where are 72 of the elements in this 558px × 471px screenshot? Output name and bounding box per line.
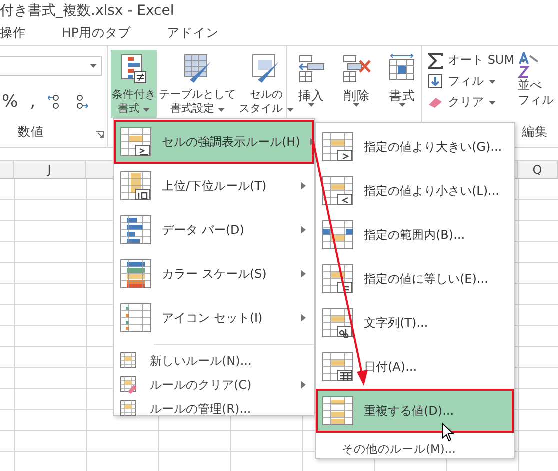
sigma-icon <box>428 52 443 68</box>
comma-button[interactable]: , <box>30 92 36 112</box>
rule-table-icon <box>322 264 354 294</box>
caret-icon <box>143 108 150 112</box>
ribbon-button[interactable]: 挿入 <box>293 50 330 109</box>
menu-item[interactable]: データ バー(D) <box>114 208 314 252</box>
rule-table-icon <box>120 171 152 201</box>
menu-item[interactable]: ルールの管理(R)... <box>114 397 314 421</box>
caret-icon <box>489 100 496 104</box>
group-label: 数値 <box>18 124 44 141</box>
column-header[interactable]: Q <box>518 161 558 178</box>
caret-icon <box>489 80 496 84</box>
fill-down-icon <box>428 74 443 89</box>
column-header[interactable]: J <box>14 161 86 178</box>
increase-decimal-icon[interactable] <box>48 94 62 110</box>
caret-icon <box>286 108 294 112</box>
ribbon-command[interactable]: フィル <box>428 73 518 90</box>
menu-item[interactable]: 新しいルール(N)... <box>114 349 314 373</box>
eraser-icon <box>428 96 443 109</box>
menu-item[interactable]: その他のルール(M)... <box>316 433 514 460</box>
menu-item[interactable]: 上位/下位ルール(T) <box>114 164 314 208</box>
dialog-launcher-icon[interactable] <box>96 131 104 139</box>
ribbon-tab[interactable]: アドイン <box>166 25 219 42</box>
ribbon-button[interactable]: セルの スタイル <box>238 50 294 118</box>
ribbon-button[interactable]: 条件付き 書式 <box>111 50 157 118</box>
group-label: 編集 <box>522 124 548 141</box>
ribbon-button[interactable]: 削除 <box>338 50 376 109</box>
table-brush-icon <box>184 54 212 84</box>
menu-item[interactable]: ルールのクリア(C) <box>114 373 314 397</box>
rule-table-icon <box>322 352 354 382</box>
dropdown-caret-icon <box>90 64 97 68</box>
menu-item[interactable]: 重複する値(D)... <box>316 389 514 433</box>
eraser-table-icon <box>120 376 138 394</box>
ribbon-button[interactable]: 書式 <box>384 50 421 109</box>
ribbon-command[interactable]: クリア <box>428 94 518 111</box>
rule-table-icon <box>120 259 152 289</box>
rule-table-icon <box>322 132 354 162</box>
sort-az-icon <box>518 52 538 78</box>
percent-button[interactable]: % <box>2 92 18 112</box>
menu-item[interactable]: カラー スケール(S) <box>114 252 314 296</box>
mouse-pointer-icon <box>442 422 455 442</box>
caret-icon <box>308 103 316 107</box>
caret-icon <box>353 103 360 107</box>
menu-item[interactable]: 文字列(T)... <box>316 301 514 345</box>
ribbon-tab[interactable]: 操作 <box>0 25 26 42</box>
number-format-field[interactable] <box>0 56 102 76</box>
rule-table-icon <box>322 396 354 426</box>
menu-item[interactable]: 指定の範囲内(B)... <box>316 213 514 257</box>
sort-filter-button[interactable]: 並べ フィル <box>518 46 554 108</box>
rule-table-icon <box>120 215 152 245</box>
insert-cells-icon <box>298 54 326 84</box>
table-rule-icon <box>120 352 138 370</box>
caret-icon <box>520 58 527 62</box>
rule-table-icon <box>322 176 354 206</box>
ribbon-tab[interactable]: HP用のタブ <box>62 25 131 42</box>
conditional-format-icon <box>121 54 147 84</box>
menu-item[interactable]: セルの強調表示ルール(H) <box>114 120 314 164</box>
menu-item[interactable]: 指定の値より大きい(G)... <box>316 125 514 169</box>
rule-table-icon <box>120 303 152 333</box>
rule-table-icon <box>322 220 354 250</box>
rule-table-icon <box>120 127 152 157</box>
ribbon-command[interactable]: オート SUM <box>428 52 518 69</box>
cell-brush-icon <box>252 54 280 84</box>
rule-table-icon <box>322 308 354 338</box>
delete-cells-icon <box>342 54 372 84</box>
menu-item[interactable]: アイコン セット(I) <box>114 296 314 340</box>
caret-icon <box>218 108 225 112</box>
ribbon-button[interactable]: テーブルとして 書式設定 <box>158 50 237 118</box>
menu-item[interactable]: 指定の値に等しい(E)... <box>316 257 514 301</box>
caret-icon <box>398 103 406 107</box>
menu-item[interactable]: 指定の値より小さい(L)... <box>316 169 514 213</box>
window-title: 付き書式_複数.xlsx - Excel <box>0 2 174 20</box>
